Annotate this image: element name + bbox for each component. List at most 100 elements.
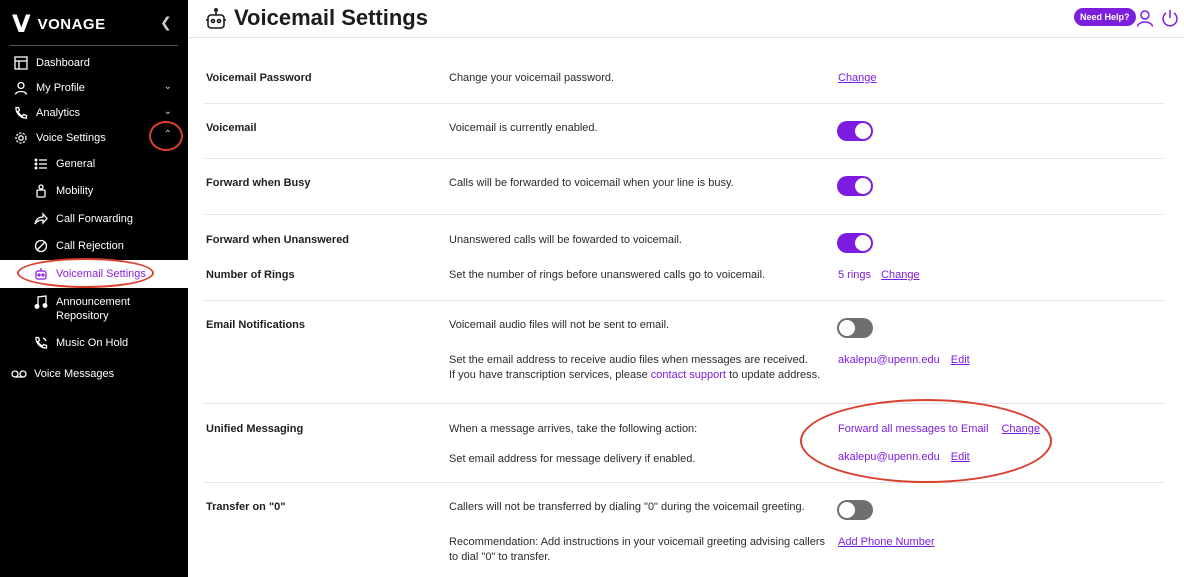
setting-label: Transfer on "0" bbox=[206, 501, 286, 513]
sidebar-subitem-call-rejection[interactable]: Call Rejection bbox=[0, 233, 188, 261]
sidebar-item-label: Analytics bbox=[36, 106, 81, 119]
rings-value-group: 5 rings Change bbox=[838, 269, 920, 281]
dashboard-icon bbox=[13, 55, 29, 71]
sidebar-subitem-announcement-repository[interactable]: Announcement Repository bbox=[0, 288, 188, 330]
sidebar-item-dashboard[interactable]: Dashboard bbox=[0, 50, 188, 75]
setting-email-notifications: Email Notifications Voicemail audio file… bbox=[204, 301, 1164, 404]
phone-icon bbox=[13, 105, 29, 121]
sidebar-subitem-music-on-hold[interactable]: Music On Hold bbox=[0, 330, 188, 358]
sidebar-item-label: Call Forwarding bbox=[56, 212, 134, 225]
setting-description: Set email address for message delivery i… bbox=[449, 453, 696, 465]
settings-content: Voicemail Password Change your voicemail… bbox=[188, 38, 1184, 577]
setting-description: Voicemail audio files will not be sent t… bbox=[449, 319, 670, 331]
forward-when-unanswered-toggle[interactable] bbox=[837, 233, 873, 253]
rings-value: 5 rings bbox=[838, 269, 872, 281]
setting-voicemail-password: Voicemail Password Change your voicemail… bbox=[204, 38, 1164, 104]
sidebar-divider bbox=[10, 45, 178, 46]
voicemail-robot-icon bbox=[204, 7, 228, 31]
setting-label: Forward when Unanswered bbox=[206, 234, 350, 246]
edit-email-link[interactable]: Edit bbox=[951, 354, 970, 366]
gear-icon bbox=[13, 130, 29, 146]
contact-support-link[interactable]: contact support bbox=[651, 369, 726, 381]
change-rings-link[interactable]: Change bbox=[881, 269, 920, 281]
sidebar-item-voice-messages[interactable]: Voice Messages bbox=[0, 361, 188, 386]
sidebar-item-label: Dashboard bbox=[36, 56, 90, 69]
sidebar-item-analytics[interactable]: Analytics ⌄ bbox=[0, 100, 188, 125]
annotation-circle-unified-messaging bbox=[800, 399, 1052, 483]
vonage-logo[interactable]: V VONAGE bbox=[12, 10, 106, 38]
sidebar-subitem-general[interactable]: General bbox=[0, 150, 188, 178]
email-notifications-toggle[interactable] bbox=[837, 318, 873, 338]
setting-unified-messaging: Unified Messaging When a message arrives… bbox=[204, 399, 1164, 483]
email-desc-line1: Set the email address to receive audio f… bbox=[449, 354, 808, 366]
toggle-knob bbox=[855, 235, 871, 251]
setting-description: Change your voicemail password. bbox=[449, 72, 615, 84]
setting-description: Set the number of rings before unanswere… bbox=[449, 269, 766, 281]
email-notification-address-group: akalepu@upenn.edu Edit bbox=[838, 354, 970, 366]
music-note-icon bbox=[33, 294, 49, 310]
sidebar-item-label: Mobility bbox=[56, 185, 94, 198]
setting-label: Unified Messaging bbox=[206, 423, 304, 435]
setting-label: Forward when Busy bbox=[206, 177, 311, 189]
toggle-knob bbox=[855, 178, 871, 194]
email-desc-line2a: If you have transcription services, plea… bbox=[449, 369, 648, 381]
user-icon bbox=[13, 80, 29, 96]
sidebar-item-label: Voice Settings bbox=[36, 131, 106, 144]
setting-label: Voicemail bbox=[206, 122, 257, 134]
change-unified-action-link[interactable]: Change bbox=[1001, 423, 1040, 435]
setting-description: When a message arrives, take the followi… bbox=[449, 423, 698, 435]
collapse-sidebar-icon[interactable]: ❮ bbox=[160, 14, 172, 31]
email-address-description: Set the email address to receive audio f… bbox=[449, 353, 820, 383]
forward-when-busy-toggle[interactable] bbox=[837, 176, 873, 196]
email-address-value: akalepu@upenn.edu bbox=[838, 354, 940, 366]
page-header: Voicemail Settings Need Help? bbox=[188, 0, 1184, 38]
sidebar-subitem-call-forwarding[interactable]: Call Forwarding bbox=[0, 205, 188, 233]
setting-description: Calls will be forwarded to voicemail whe… bbox=[449, 177, 734, 189]
chevron-down-icon[interactable]: ⌄ bbox=[164, 106, 172, 117]
setting-transfer-on-zero: Transfer on "0" Callers will not be tran… bbox=[204, 483, 1164, 577]
logo-text: VONAGE bbox=[37, 15, 106, 33]
need-help-button[interactable]: Need Help? bbox=[1074, 8, 1136, 26]
vonage-logo-mark: V bbox=[12, 10, 30, 38]
setting-forward-when-unanswered: Forward when Unanswered Unanswered calls… bbox=[204, 215, 1164, 301]
transfer-on-zero-toggle[interactable] bbox=[837, 500, 873, 520]
change-password-link[interactable]: Change bbox=[838, 72, 877, 84]
unified-email-group: akalepu@upenn.edu Edit bbox=[838, 451, 970, 463]
setting-label: Voicemail Password bbox=[206, 72, 312, 84]
block-icon bbox=[33, 238, 49, 254]
chevron-down-icon[interactable]: ⌄ bbox=[164, 81, 172, 92]
voicemail-toggle[interactable] bbox=[837, 121, 873, 141]
recommendation-line1: Recommendation: Add instructions in your… bbox=[449, 536, 826, 548]
sidebar-item-label: Voicemail Settings bbox=[56, 267, 146, 280]
toggle-knob bbox=[839, 320, 855, 336]
chevron-up-icon[interactable]: ⌃ bbox=[164, 129, 172, 140]
setting-description: Callers will not be transferred by diali… bbox=[449, 501, 805, 513]
setting-label: Email Notifications bbox=[206, 319, 306, 331]
toggle-knob bbox=[839, 502, 855, 518]
toggle-knob bbox=[855, 123, 871, 139]
setting-label: Number of Rings bbox=[206, 269, 295, 281]
sidebar: V VONAGE ❮ Dashboard My Profile ⌄ Analyt… bbox=[0, 0, 188, 577]
setting-voicemail: Voicemail Voicemail is currently enabled… bbox=[204, 104, 1164, 159]
sidebar-subitem-voicemail-settings[interactable]: Voicemail Settings bbox=[0, 260, 188, 288]
sidebar-item-label: Music On Hold bbox=[56, 337, 129, 350]
recommendation-line2: to dial "0" to transfer. bbox=[449, 551, 551, 563]
user-profile-icon[interactable] bbox=[1135, 8, 1155, 28]
sidebar-item-voice-settings[interactable]: Voice Settings ⌃ bbox=[0, 125, 188, 150]
mobility-icon bbox=[33, 183, 49, 199]
recommendation-text: Recommendation: Add instructions in your… bbox=[449, 535, 825, 565]
sidebar-subitem-mobility[interactable]: Mobility bbox=[0, 178, 188, 206]
sidebar-item-my-profile[interactable]: My Profile ⌄ bbox=[0, 75, 188, 100]
sidebar-item-label: Call Rejection bbox=[56, 240, 124, 253]
power-icon[interactable] bbox=[1160, 8, 1180, 28]
email-desc-line2b: to update address. bbox=[729, 369, 821, 381]
edit-unified-email-link[interactable]: Edit bbox=[951, 451, 970, 463]
unified-action-group: Forward all messages to Email Change bbox=[838, 423, 1040, 435]
unified-action-value: Forward all messages to Email bbox=[838, 423, 989, 435]
voicemail-robot-icon bbox=[33, 266, 49, 282]
sidebar-item-label: Announcement Repository bbox=[56, 295, 130, 322]
sidebar-item-label: General bbox=[56, 157, 96, 170]
setting-description: Voicemail is currently enabled. bbox=[449, 122, 598, 134]
setting-description: Unanswered calls will be fowarded to voi… bbox=[449, 234, 682, 246]
add-phone-number-link[interactable]: Add Phone Number bbox=[838, 536, 935, 548]
